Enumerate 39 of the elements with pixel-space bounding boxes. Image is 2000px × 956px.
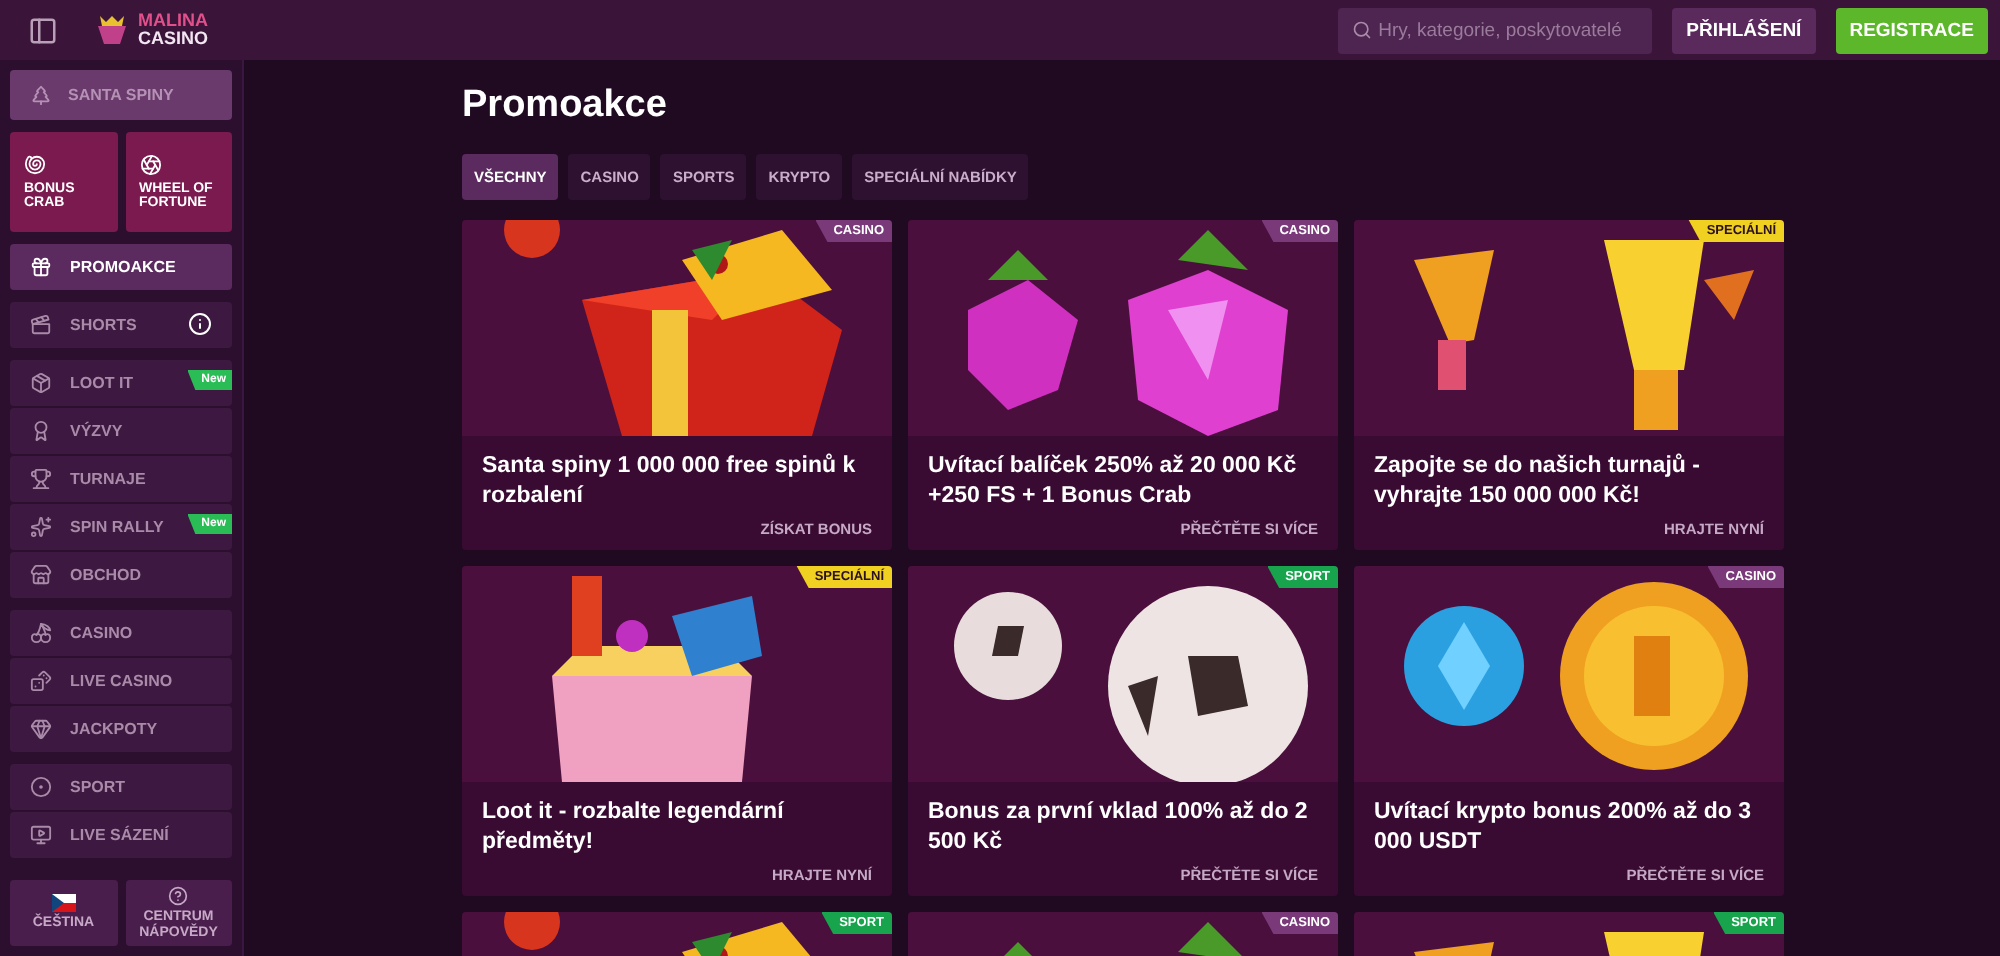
gem-icon	[30, 718, 52, 740]
sidebar-item[interactable]: LIVE CASINO	[10, 658, 232, 704]
sidebar-item[interactable]: CASINO	[10, 610, 232, 656]
sidebar-item[interactable]: PROMOAKCE	[10, 244, 232, 290]
sidebar-item[interactable]: SPORT	[10, 764, 232, 810]
page-title: Promoakce	[462, 84, 669, 128]
info-icon[interactable]	[188, 312, 212, 336]
tree-icon	[30, 84, 52, 106]
sidebar-toggle-icon[interactable]	[28, 15, 58, 45]
sidebar-item[interactable]: LIVE SÁZENÍ	[10, 812, 232, 858]
search-icon	[1352, 19, 1373, 39]
sidebar-item[interactable]: JACKPOTY	[10, 706, 232, 752]
medal-icon	[30, 420, 52, 442]
login-button[interactable]: PŘIHLÁŠENÍ	[1672, 7, 1816, 53]
promo-title: Uvítací balíček 250% až 20 000 Kč +250 FS + 1 Bonus Crab	[928, 452, 1299, 512]
sparkles-icon	[30, 516, 52, 538]
store-icon	[30, 564, 52, 586]
dice-icon	[30, 670, 52, 692]
search-field[interactable]: Hry, kategorie, poskytovatelé	[1338, 7, 1653, 53]
sidebar-item[interactable]: SHORTS	[10, 302, 232, 348]
logo-text: CASINO	[138, 30, 209, 48]
flag-icon	[51, 894, 76, 912]
sidebar-item[interactable]: VÝZVY	[10, 408, 232, 454]
trophy-icon	[30, 468, 52, 490]
promo-title: Loot it - rozbalte legendární předměty!	[482, 798, 786, 858]
help-icon	[168, 885, 189, 905]
wheel-icon	[139, 154, 161, 176]
promo-title: Santa spiny 1 000 000 free spinů k rozbalení	[482, 452, 858, 512]
promo-title: Zapojte se do našich turnajů - vyhrajte 150 000 000 Kč!	[1374, 452, 1702, 512]
box-icon	[30, 372, 52, 394]
promo-title: Uvítací krypto bonus 200% až do 3 000 USDT	[1374, 798, 1754, 858]
screen-icon	[30, 824, 52, 846]
logo-text: MALINA	[138, 12, 209, 30]
film-icon	[30, 314, 52, 336]
sidebar-item[interactable]: OBCHOD	[10, 552, 232, 598]
promo-title: Bonus za první vklad 100% až do 2 500 Kč	[928, 798, 1310, 858]
sidebar-item[interactable]: TURNAJE	[10, 456, 232, 502]
gift-icon	[30, 256, 52, 278]
cherry-icon	[30, 622, 52, 644]
